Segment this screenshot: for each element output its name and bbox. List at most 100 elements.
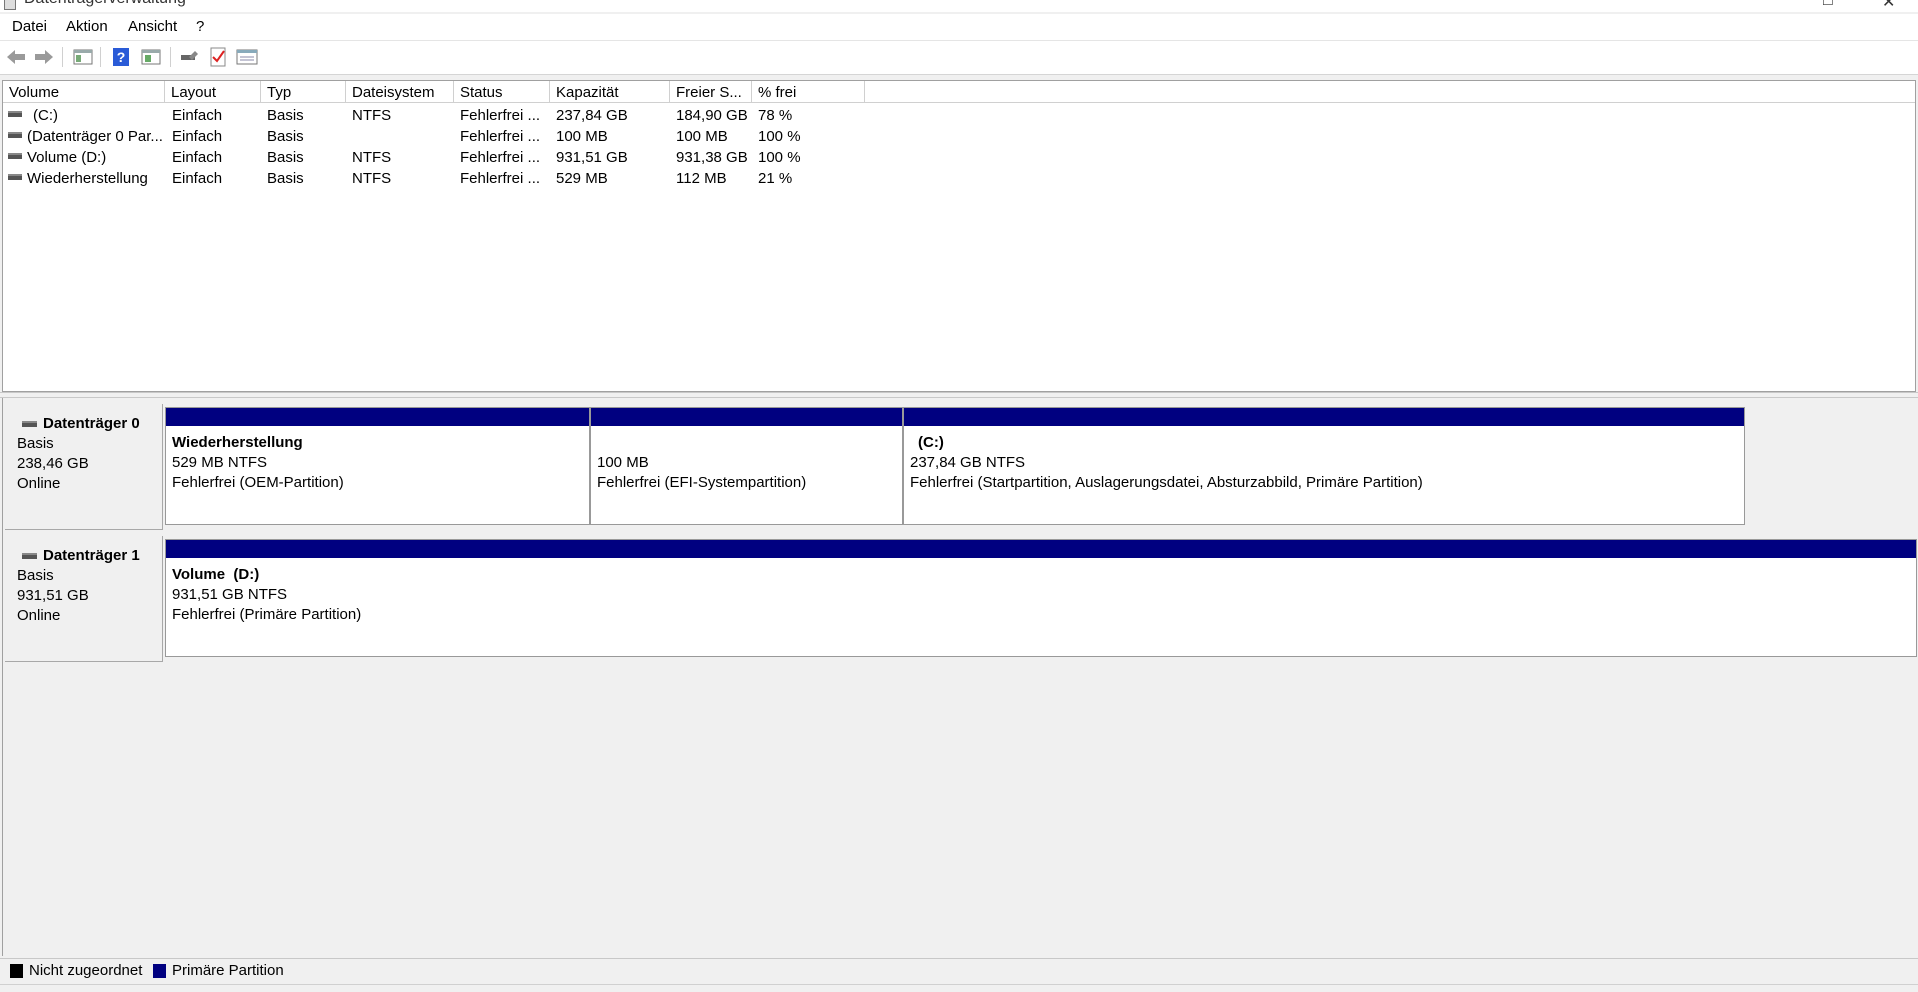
partition-size: 529 MB NTFS	[172, 454, 268, 471]
cell-status: Fehlerfrei ...	[460, 170, 541, 187]
cell-status: Fehlerfrei ...	[460, 107, 541, 124]
disk-size: 931,51 GB	[17, 587, 89, 604]
partition-wiederherstellung[interactable]: Wiederherstellung 529 MB NTFS Fehlerfrei…	[165, 407, 590, 525]
check-disk-icon[interactable]	[207, 46, 229, 68]
table-row[interactable]: Wiederherstellung Einfach Basis NTFS Feh…	[3, 168, 1915, 189]
cell-typ: Basis	[267, 170, 304, 187]
close-icon[interactable]: ✕	[1882, 0, 1895, 12]
volume-icon	[8, 132, 22, 138]
column-header-kapazitaet[interactable]: Kapazität	[550, 81, 670, 103]
disk-type: Basis	[17, 567, 54, 584]
legend-label-unallocated: Nicht zugeordnet	[29, 962, 143, 979]
disk-status: Online	[17, 607, 61, 624]
title-bar: Datenträgerverwaltung □ ✕	[0, 0, 1918, 12]
primary-partition-bar	[166, 540, 1916, 558]
disk-icon	[22, 421, 37, 427]
cell-dateisystem: NTFS	[352, 107, 392, 124]
column-header-filler	[865, 81, 1915, 103]
properties-icon[interactable]	[236, 46, 258, 68]
column-header-volume[interactable]: Volume	[3, 81, 165, 103]
cell-prozent-frei: 78 %	[758, 107, 793, 124]
cell-layout: Einfach	[172, 170, 223, 187]
cell-typ: Basis	[267, 149, 304, 166]
volume-icon	[8, 174, 22, 180]
partition-name: (C:)	[918, 434, 944, 451]
svg-text:?: ?	[117, 49, 126, 65]
partition-status: Fehlerfrei (Primäre Partition)	[172, 606, 362, 623]
disk-type: Basis	[17, 435, 54, 452]
back-arrow-icon[interactable]	[5, 46, 27, 68]
cell-dateisystem: NTFS	[352, 170, 392, 187]
primary-partition-bar	[904, 408, 1744, 426]
column-header-typ[interactable]: Typ	[261, 81, 346, 103]
cell-kapazitaet: 931,51 GB	[556, 149, 628, 166]
cell-prozent-frei: 100 %	[758, 128, 801, 145]
disk-status: Online	[17, 475, 61, 492]
cell-prozent-frei: 21 %	[758, 170, 793, 187]
menu-help[interactable]: ?	[196, 18, 204, 35]
menu-datei[interactable]: Datei	[12, 18, 47, 35]
console-tree-icon[interactable]	[72, 46, 94, 68]
window-title: Datenträgerverwaltung	[24, 0, 186, 8]
partition-name: Volume (D:)	[172, 566, 260, 583]
cell-typ: Basis	[267, 128, 304, 145]
partition-name: Wiederherstellung	[172, 434, 303, 451]
menu-aktion[interactable]: Aktion	[66, 18, 108, 35]
column-header-status[interactable]: Status	[454, 81, 550, 103]
table-row[interactable]: (C:) Einfach Basis NTFS Fehlerfrei ... 2…	[3, 105, 1915, 126]
menu-ansicht[interactable]: Ansicht	[128, 18, 177, 35]
table-row[interactable]: Volume (D:) Einfach Basis NTFS Fehlerfre…	[3, 147, 1915, 168]
volume-list: Volume Layout Typ Dateisystem Status Kap…	[2, 80, 1916, 392]
partition-status: Fehlerfrei (EFI-Systempartition)	[597, 474, 807, 491]
disk-name: Datenträger 0	[17, 414, 162, 434]
legend: Nicht zugeordnet Primäre Partition	[0, 958, 1918, 985]
volume-icon	[8, 111, 22, 117]
cell-volume: (Datenträger 0 Par...	[27, 128, 163, 145]
legend-swatch-unallocated	[10, 964, 23, 978]
cell-freier-speicher: 184,90 GB	[676, 107, 748, 124]
cell-freier-speicher: 112 MB	[676, 170, 727, 187]
disk-1-label[interactable]: Datenträger 1 Basis 931,51 GB Online	[5, 536, 163, 662]
volume-icon	[8, 153, 22, 159]
partition-name	[597, 433, 806, 453]
cell-kapazitaet: 529 MB	[556, 170, 608, 187]
legend-label-primary: Primäre Partition	[172, 962, 284, 979]
partition-size: 100 MB	[597, 454, 649, 471]
partition-efi[interactable]: 100 MB Fehlerfrei (EFI-Systempartition)	[590, 407, 903, 525]
disk-icon	[22, 553, 37, 559]
app-icon	[4, 0, 16, 10]
cell-volume: Volume (D:)	[27, 149, 107, 166]
table-row[interactable]: (Datenträger 0 Par... Einfach Basis Fehl…	[3, 126, 1915, 147]
cell-status: Fehlerfrei ...	[460, 149, 541, 166]
column-header-freier-speicher[interactable]: Freier S...	[670, 81, 752, 103]
cell-status: Fehlerfrei ...	[460, 128, 541, 145]
partition-c[interactable]: (C:) 237,84 GB NTFS Fehlerfrei (Startpar…	[903, 407, 1745, 525]
disk-name: Datenträger 1	[17, 546, 162, 566]
rescan-icon[interactable]	[178, 46, 200, 68]
cell-freier-speicher: 931,38 GB	[676, 149, 748, 166]
action-pane-icon[interactable]	[140, 46, 162, 68]
help-icon[interactable]: ?	[110, 46, 132, 68]
partition-size: 931,51 GB NTFS	[172, 586, 288, 603]
partition-status: Fehlerfrei (Startpartition, Auslagerungs…	[910, 474, 1423, 491]
primary-partition-bar	[166, 408, 589, 426]
partition-status: Fehlerfrei (OEM-Partition)	[172, 474, 344, 491]
column-header-prozent-frei[interactable]: % frei	[752, 81, 865, 103]
column-header-dateisystem[interactable]: Dateisystem	[346, 81, 454, 103]
cell-kapazitaet: 237,84 GB	[556, 107, 628, 124]
partition-d[interactable]: Volume (D:) 931,51 GB NTFS Fehlerfrei (P…	[165, 539, 1917, 657]
cell-volume: Wiederherstellung	[27, 170, 148, 187]
cell-layout: Einfach	[172, 149, 223, 166]
column-header-layout[interactable]: Layout	[165, 81, 261, 103]
menu-bar: Datei Aktion Ansicht ?	[0, 14, 1918, 41]
cell-dateisystem: NTFS	[352, 149, 392, 166]
disk-0-label[interactable]: Datenträger 0 Basis 238,46 GB Online	[5, 404, 163, 530]
forward-arrow-icon[interactable]	[33, 46, 55, 68]
cell-volume: (C:)	[33, 107, 58, 124]
cell-freier-speicher: 100 MB	[676, 128, 728, 145]
legend-swatch-primary	[153, 964, 166, 978]
maximize-icon[interactable]: □	[1823, 0, 1833, 10]
cell-prozent-frei: 100 %	[758, 149, 801, 166]
disk-size: 238,46 GB	[17, 455, 89, 472]
partition-size: 237,84 GB NTFS	[910, 454, 1026, 471]
